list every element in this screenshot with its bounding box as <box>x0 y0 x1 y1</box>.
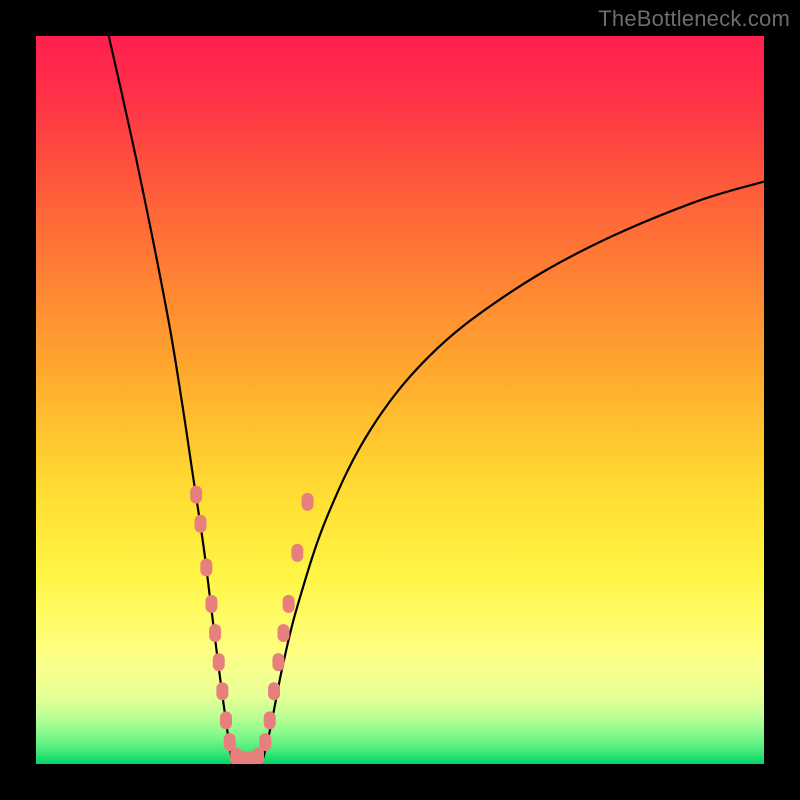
marker-point <box>272 653 284 671</box>
marker-point <box>283 595 295 613</box>
marker-point <box>213 653 225 671</box>
marker-point <box>302 493 314 511</box>
marker-point <box>291 544 303 562</box>
plot-area <box>36 36 764 764</box>
watermark-text: TheBottleneck.com <box>598 6 790 32</box>
chart-svg <box>36 36 764 764</box>
marker-point <box>268 682 280 700</box>
marker-point <box>200 558 212 576</box>
marker-point <box>259 733 271 751</box>
marker-point <box>216 682 228 700</box>
marker-point <box>190 486 202 504</box>
background-gradient <box>36 36 764 764</box>
chart-frame: TheBottleneck.com <box>0 0 800 800</box>
marker-point <box>220 711 232 729</box>
marker-point <box>205 595 217 613</box>
marker-point <box>278 624 290 642</box>
marker-point <box>264 711 276 729</box>
marker-point <box>195 515 207 533</box>
marker-point <box>209 624 221 642</box>
